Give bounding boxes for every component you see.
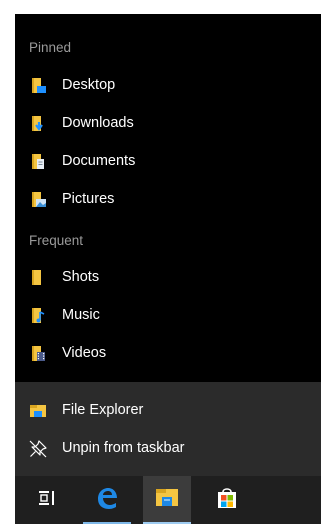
- task-unpin-from-taskbar[interactable]: Unpin from taskbar: [15, 431, 321, 467]
- desktop-folder-icon: [29, 77, 47, 95]
- downloads-folder-icon: [29, 115, 47, 133]
- jump-item-music[interactable]: Music: [15, 298, 321, 334]
- unpin-icon: [29, 440, 47, 458]
- frequent-header: Frequent: [29, 233, 84, 248]
- screen: Pinned Desktop Downloads Documents Pictu…: [0, 0, 322, 524]
- edge-icon: [94, 485, 120, 516]
- taskbar: [15, 476, 321, 524]
- pictures-folder-icon: [29, 191, 47, 209]
- jump-item-label: Pictures: [62, 191, 115, 207]
- task-view-icon: [37, 488, 57, 513]
- music-folder-icon: [29, 307, 47, 325]
- pinned-header: Pinned: [29, 40, 72, 55]
- videos-folder-icon: [29, 345, 47, 363]
- jump-list-tasks: File Explorer Unpin from taskbar: [15, 382, 321, 476]
- file-explorer-icon: [29, 402, 47, 420]
- taskbar-task-view-button[interactable]: [23, 476, 71, 524]
- jump-item-label: Desktop: [62, 77, 116, 93]
- jump-item-desktop[interactable]: Desktop: [15, 68, 321, 104]
- task-file-explorer[interactable]: File Explorer: [15, 393, 321, 429]
- jump-item-label: Videos: [62, 345, 107, 361]
- jump-item-shots[interactable]: Shots: [15, 260, 321, 296]
- jump-item-label: Music: [62, 307, 100, 323]
- file-explorer-icon: [154, 486, 180, 515]
- jump-item-label: Downloads: [62, 115, 134, 131]
- jump-item-documents[interactable]: Documents: [15, 144, 321, 180]
- taskbar-store-button[interactable]: [203, 476, 251, 524]
- task-label: File Explorer: [62, 402, 144, 418]
- jump-item-label: Shots: [62, 269, 100, 285]
- store-icon: [214, 485, 240, 516]
- documents-folder-icon: [29, 153, 47, 171]
- jump-item-label: Documents: [62, 153, 136, 169]
- folder-icon: [29, 269, 47, 287]
- taskbar-edge-button[interactable]: [83, 476, 131, 524]
- task-label: Unpin from taskbar: [62, 440, 185, 456]
- jump-item-downloads[interactable]: Downloads: [15, 106, 321, 142]
- jump-item-pictures[interactable]: Pictures: [15, 182, 321, 218]
- taskbar-file-explorer-button[interactable]: [143, 476, 191, 524]
- jump-item-videos[interactable]: Videos: [15, 336, 321, 372]
